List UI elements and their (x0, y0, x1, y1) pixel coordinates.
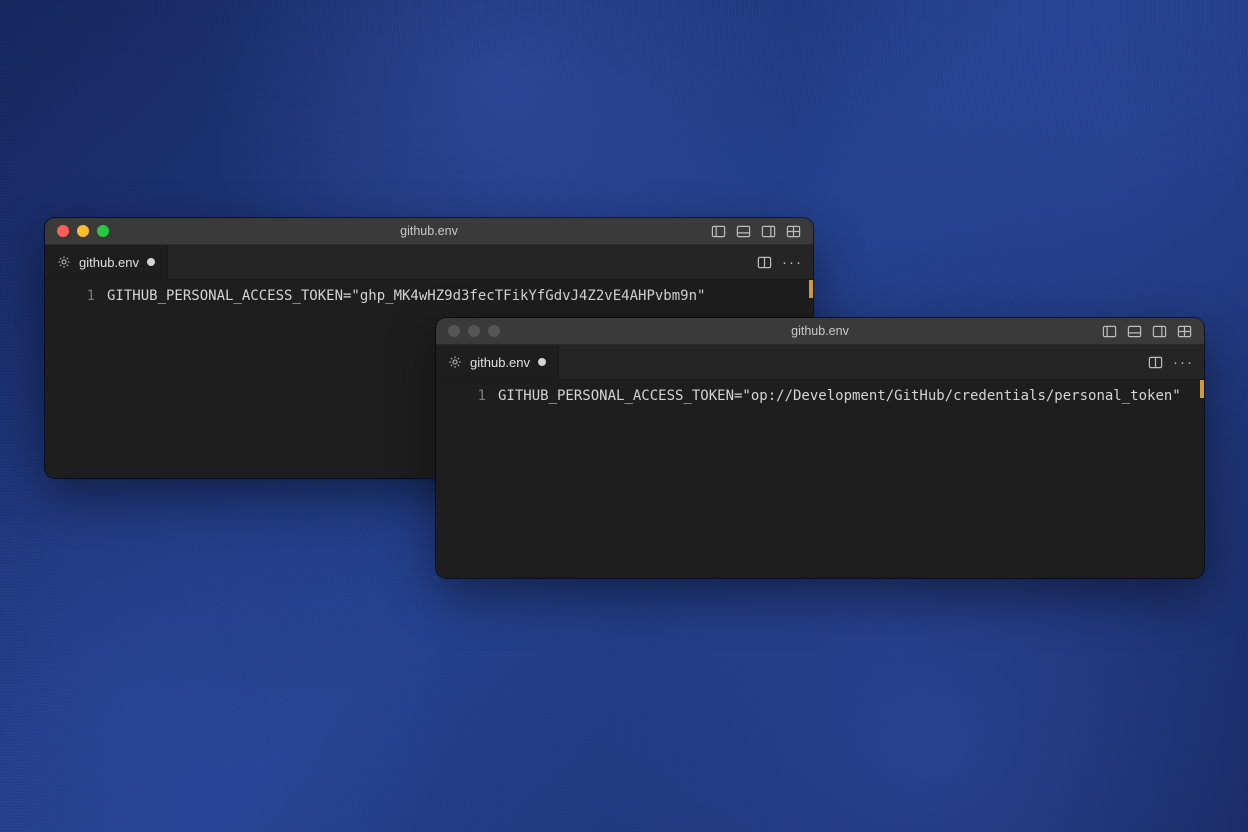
traffic-lights (436, 325, 500, 337)
line-gutter: 1 (436, 380, 498, 578)
tab-filename: github.env (470, 355, 530, 370)
tab-filename: github.env (79, 255, 139, 270)
more-icon[interactable]: ··· (1173, 355, 1194, 370)
line-number: 1 (436, 386, 486, 406)
split-editor-icon[interactable] (757, 255, 772, 270)
zoom-icon[interactable] (488, 325, 500, 337)
line-gutter: 1 (45, 280, 107, 478)
gear-icon (448, 355, 462, 369)
titlebar-icons (1102, 324, 1204, 339)
panel-right-icon[interactable] (761, 224, 776, 239)
modified-indicator-icon (147, 258, 155, 266)
panel-left-icon[interactable] (1102, 324, 1117, 339)
window-title: github.env (45, 224, 813, 238)
panel-bottom-icon[interactable] (736, 224, 751, 239)
line-number: 1 (45, 286, 95, 306)
split-editor-icon[interactable] (1148, 355, 1163, 370)
traffic-lights (45, 225, 109, 237)
titlebar[interactable]: github.env (436, 318, 1204, 345)
minimize-icon[interactable] (468, 325, 480, 337)
panel-bottom-icon[interactable] (1127, 324, 1142, 339)
gear-icon (57, 255, 71, 269)
panel-right-icon[interactable] (1152, 324, 1167, 339)
tab-github-env[interactable]: github.env (45, 245, 168, 279)
titlebar[interactable]: github.env (45, 218, 813, 245)
scroll-marker-icon (809, 280, 813, 298)
more-icon[interactable]: ··· (782, 255, 803, 270)
tab-actions: ··· (757, 245, 813, 279)
close-icon[interactable] (448, 325, 460, 337)
zoom-icon[interactable] (97, 225, 109, 237)
tab-github-env[interactable]: github.env (436, 345, 559, 379)
code-line-1[interactable]: GITHUB_PERSONAL_ACCESS_TOKEN="op://Devel… (498, 380, 1204, 578)
editor-area[interactable]: 1 GITHUB_PERSONAL_ACCESS_TOKEN="op://Dev… (436, 380, 1204, 578)
layout-icon[interactable] (786, 224, 801, 239)
window-title: github.env (436, 324, 1204, 338)
titlebar-icons (711, 224, 813, 239)
minimize-icon[interactable] (77, 225, 89, 237)
modified-indicator-icon (538, 358, 546, 366)
editor-window-2: github.env github.env (436, 318, 1204, 578)
layout-icon[interactable] (1177, 324, 1192, 339)
tab-actions: ··· (1148, 345, 1204, 379)
scroll-marker-icon (1200, 380, 1204, 398)
close-icon[interactable] (57, 225, 69, 237)
panel-left-icon[interactable] (711, 224, 726, 239)
tab-bar: github.env ··· (436, 345, 1204, 380)
tab-bar: github.env ··· (45, 245, 813, 280)
